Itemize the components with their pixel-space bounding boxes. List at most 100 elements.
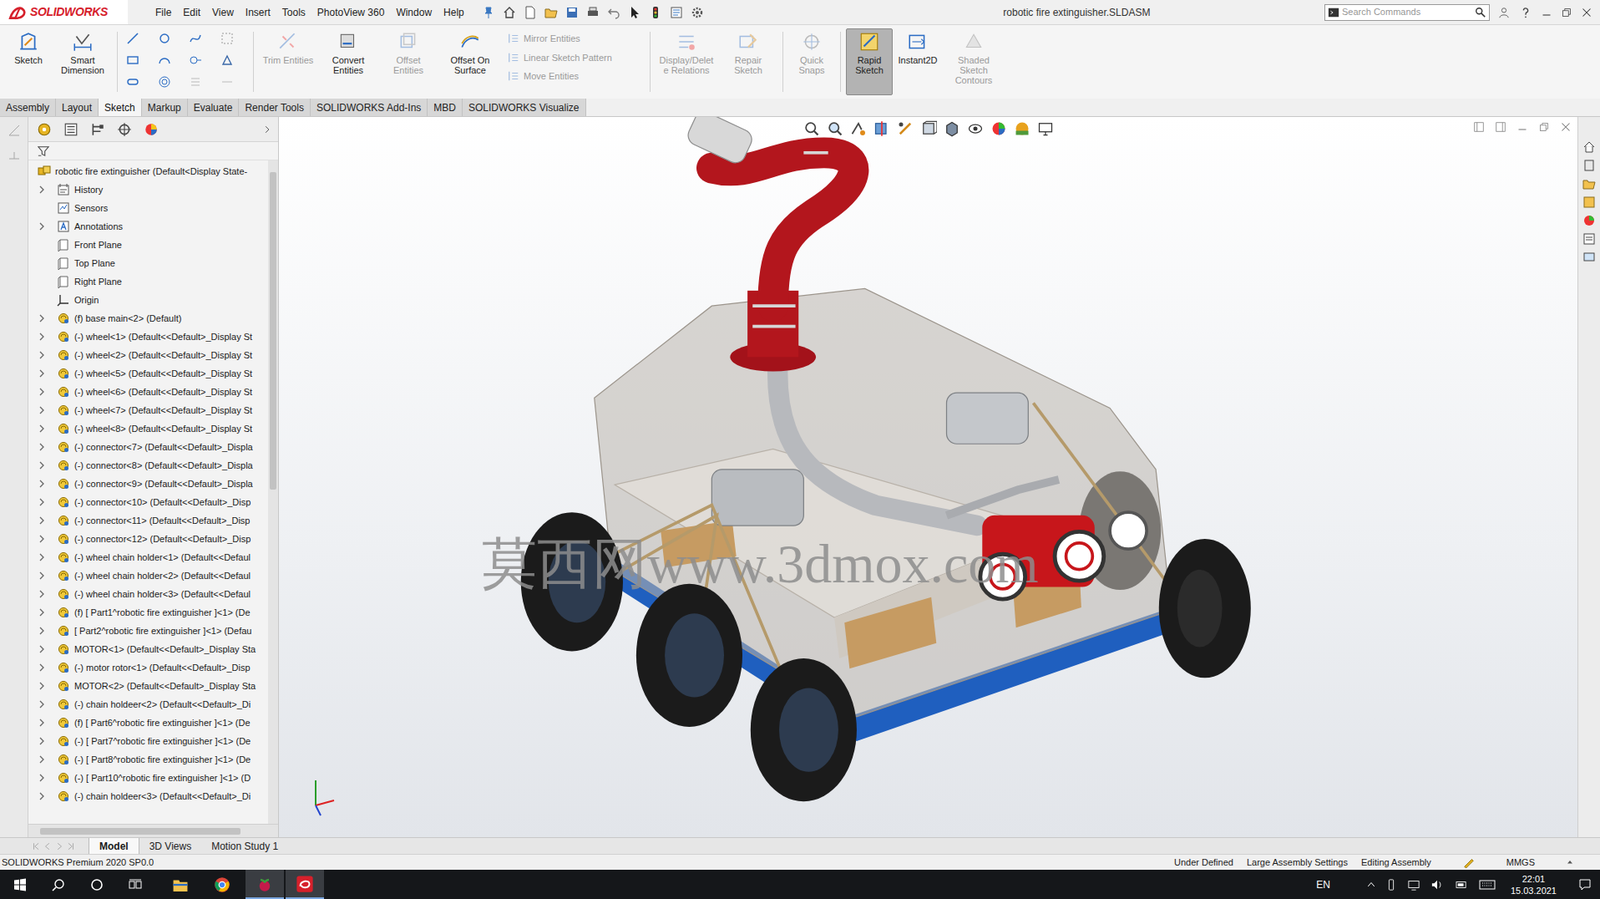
property-manager-icon[interactable]: [63, 121, 79, 137]
split-view-icon[interactable]: [1473, 121, 1484, 132]
tree-item[interactable]: (-) connector<10> (Default<<Default>_Dis…: [28, 492, 269, 512]
windows-start-icon[interactable]: [13, 877, 27, 892]
expand-arrow-icon[interactable]: [36, 735, 47, 746]
search-input[interactable]: [1341, 5, 1475, 20]
options-icon[interactable]: [690, 5, 704, 20]
menu-item[interactable]: Help: [437, 5, 471, 21]
ribbon-button[interactable]: Convert Entities: [318, 28, 378, 96]
feature-manager-icon[interactable]: [36, 121, 52, 137]
tree-item[interactable]: Annotations: [28, 217, 269, 236]
viewport-minimize-icon[interactable]: [1517, 121, 1528, 132]
tree-item[interactable]: Right Plane: [28, 272, 269, 291]
menu-item[interactable]: Edit: [177, 5, 207, 21]
tree-item[interactable]: (-) connector<12> (Default<<Default>_Dis…: [28, 529, 269, 548]
menu-item[interactable]: Tools: [276, 5, 312, 21]
select-icon[interactable]: [627, 5, 642, 20]
menu-item[interactable]: Insert: [239, 5, 277, 21]
sketch-icon[interactable]: [7, 123, 21, 137]
ribbon-button[interactable]: Offset Entities: [379, 28, 438, 96]
expand-arrow-icon[interactable]: [36, 349, 47, 360]
tree-item[interactable]: (-) connector<8> (Default<<Default>_Disp…: [28, 455, 269, 475]
save-icon[interactable]: [565, 5, 579, 20]
expand-arrow-icon[interactable]: [36, 405, 47, 416]
restore-icon[interactable]: [1561, 7, 1572, 18]
status-item[interactable]: Large Assembly Settings: [1240, 855, 1355, 870]
tree-item[interactable]: (-) connector<11> (Default<<Default>_Dis…: [28, 511, 269, 530]
bottom-tab[interactable]: Motion Study 1: [201, 837, 289, 854]
sketch-tool-icon[interactable]: [157, 31, 172, 46]
viewport-restore-icon[interactable]: [1539, 121, 1550, 132]
task-pane-icon[interactable]: [1582, 140, 1596, 154]
battery-icon[interactable]: [1453, 879, 1469, 890]
file-explorer-icon[interactable]: [172, 876, 189, 892]
apply-scene-icon[interactable]: [1013, 120, 1031, 137]
raspberry-app[interactable]: [245, 869, 284, 899]
tree-item[interactable]: (f) base main<2> (Default): [28, 308, 269, 328]
volume-icon[interactable]: [1430, 878, 1444, 891]
expand-arrow-icon[interactable]: [36, 662, 47, 673]
solidworks-app[interactable]: [285, 869, 325, 899]
minimize-icon[interactable]: [1541, 7, 1552, 18]
ribbon-button[interactable]: Shaded Sketch Contours: [942, 28, 1005, 96]
expand-arrow-icon[interactable]: [36, 478, 47, 489]
tree-scrollbar[interactable]: [268, 160, 279, 824]
ribbon-tab[interactable]: Evaluate: [187, 98, 240, 117]
tree-item[interactable]: (-) [ Part8^robotic fire extinguisher ]<…: [28, 749, 269, 769]
scroll-thumb[interactable]: [40, 827, 241, 835]
horizontal-scrollbar[interactable]: [28, 823, 279, 837]
undo-icon[interactable]: [607, 5, 621, 20]
ribbon-button[interactable]: Rapid Sketch: [845, 28, 893, 96]
tree-item[interactable]: Origin: [28, 290, 269, 309]
tree-item[interactable]: (-) wheel<6> (Default<<Default>_Display …: [28, 382, 269, 401]
ribbon-tab[interactable]: MBD: [427, 98, 463, 117]
expand-arrow-icon[interactable]: [36, 717, 47, 728]
ribbon-tab[interactable]: Render Tools: [238, 98, 311, 117]
expand-arrow-icon[interactable]: [36, 790, 47, 801]
expand-arrow-icon[interactable]: [36, 754, 47, 765]
ribbon-small-button[interactable]: Move Entities: [507, 69, 640, 84]
tab-scroll-arrow-icon[interactable]: [31, 841, 41, 851]
previous-view-icon[interactable]: [850, 120, 867, 137]
tree-item[interactable]: (-) wheel chain holder<1> (Default<<Defa…: [28, 547, 269, 567]
menu-item[interactable]: PhotoView 360: [311, 5, 391, 21]
search-box[interactable]: [1324, 4, 1490, 21]
tree-item[interactable]: (-) connector<7> (Default<<Default>_Disp…: [28, 437, 269, 456]
sketch-tool-icon[interactable]: [188, 75, 203, 89]
file-properties-icon[interactable]: [669, 5, 684, 20]
dynamic-annotation-icon[interactable]: [896, 120, 914, 137]
ribbon-button[interactable]: Instant2D: [894, 28, 942, 96]
configuration-manager-icon[interactable]: [90, 121, 106, 137]
app-logo[interactable]: SOLIDWORKS: [0, 0, 128, 25]
expand-arrow-icon[interactable]: [36, 368, 47, 379]
zoom-area-icon[interactable]: [826, 120, 844, 137]
expand-arrow-icon[interactable]: [36, 184, 47, 195]
tree-item[interactable]: (-) [ Part10^robotic fire extinguisher ]…: [28, 768, 269, 787]
zoom-fit-icon[interactable]: [803, 120, 821, 137]
cortana-icon[interactable]: [90, 877, 104, 892]
bottom-tab[interactable]: Model: [88, 837, 140, 854]
tree-item[interactable]: (-) wheel chain holder<3> (Default<<Defa…: [28, 584, 269, 603]
tile-icon[interactable]: [1495, 121, 1506, 132]
pin-icon[interactable]: [481, 5, 496, 20]
ribbon-tab[interactable]: SOLIDWORKS Add-Ins: [310, 98, 428, 117]
status-item[interactable]: MMGS: [1499, 855, 1542, 870]
ribbon-small-button[interactable]: Linear Sketch Pattern: [507, 50, 640, 66]
task-pane-icon[interactable]: [1582, 250, 1596, 264]
tree-item[interactable]: Top Plane: [28, 253, 269, 273]
new-document-icon[interactable]: [523, 5, 537, 20]
expand-panel-icon[interactable]: [263, 125, 272, 134]
ribbon-button[interactable]: Offset On Surface: [439, 28, 502, 96]
expand-arrow-icon[interactable]: [36, 698, 47, 709]
expand-arrow-icon[interactable]: [36, 423, 47, 434]
line-icon[interactable]: [7, 148, 21, 163]
expand-arrow-icon[interactable]: [36, 331, 47, 342]
dimxpert-icon[interactable]: [116, 121, 132, 137]
task-pane-icon[interactable]: [1582, 158, 1596, 173]
tree-item[interactable]: [ Part2^robotic fire extinguisher ]<1> (…: [28, 621, 269, 640]
tree-item[interactable]: (f) [ Part1^robotic fire extinguisher ]<…: [28, 602, 269, 622]
close-icon[interactable]: [1581, 7, 1592, 18]
ribbon-button[interactable]: Quick Snaps: [788, 28, 836, 96]
tree-item[interactable]: robotic fire extinguisher (Default<Displ…: [28, 162, 269, 181]
tree-item[interactable]: Sensors: [28, 198, 269, 218]
task-pane-icon[interactable]: [1582, 177, 1596, 191]
